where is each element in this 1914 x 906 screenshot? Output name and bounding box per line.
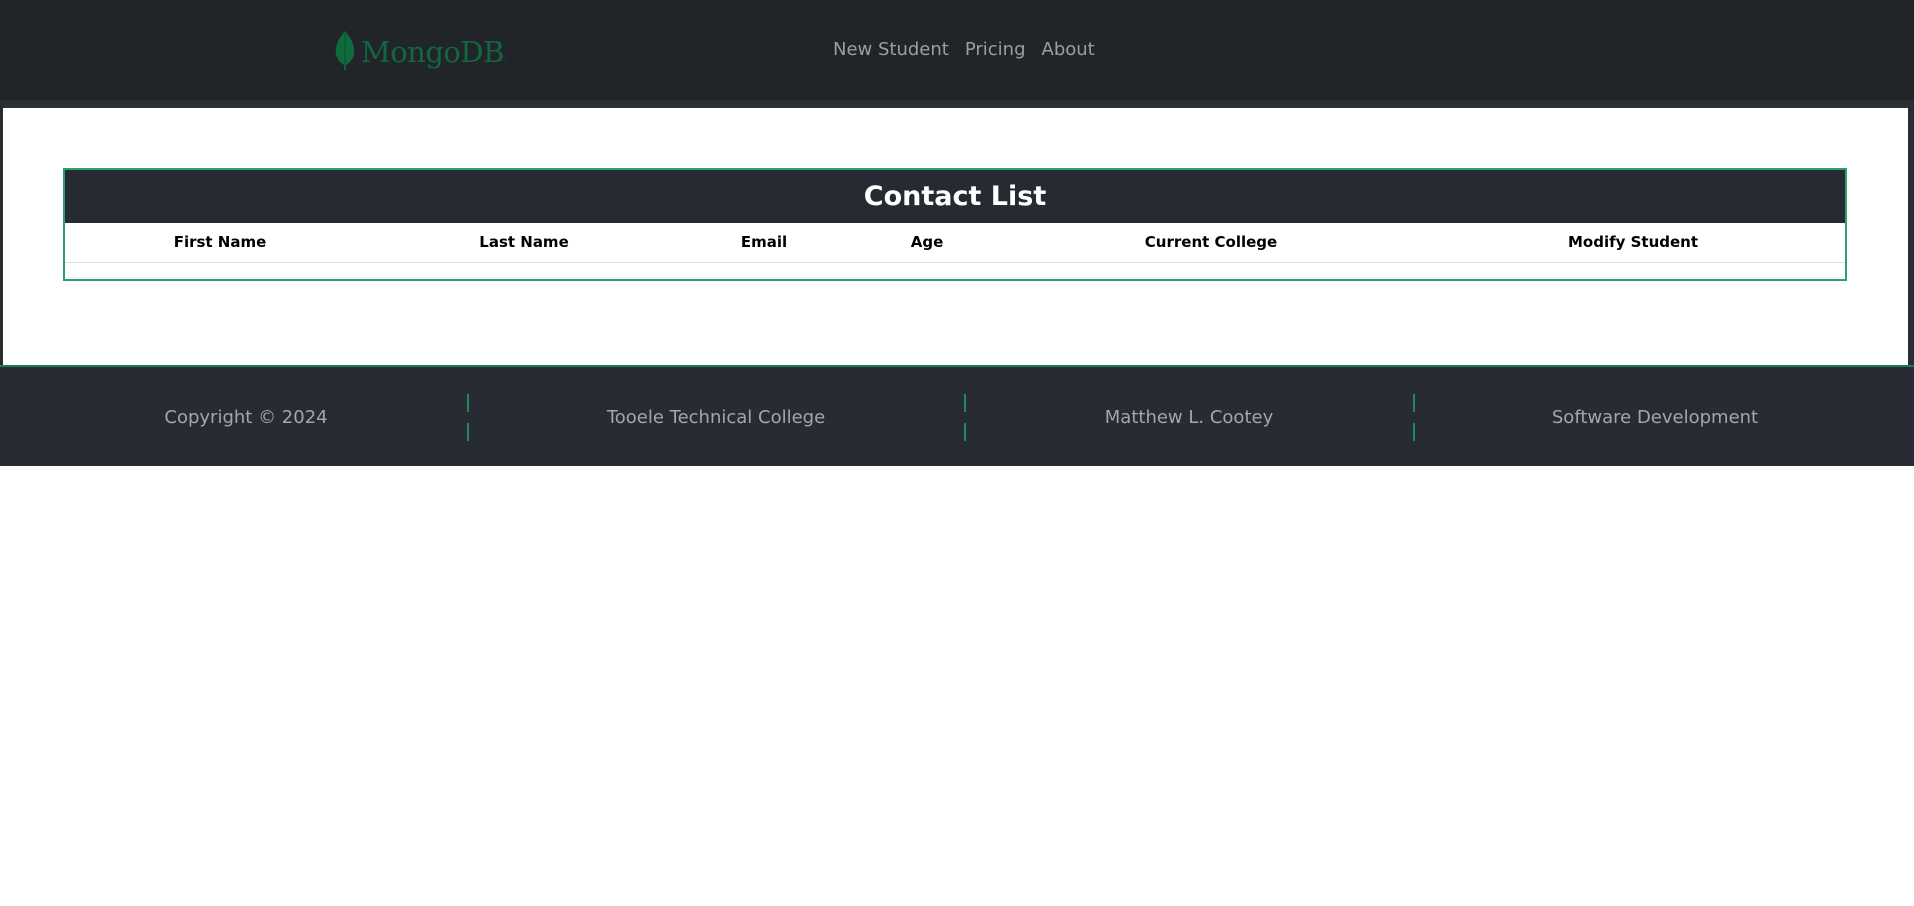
footer-divider [467, 423, 469, 441]
top-navbar: MongoDB . New Student Pricing About [0, 0, 1914, 100]
footer-college: Tooele Technical College [606, 407, 826, 428]
leaf-icon [335, 31, 355, 70]
logo-mark: . [503, 55, 507, 65]
footer-author: Matthew L. Cootey [1104, 407, 1274, 428]
site-footer: Copyright © 2024 Tooele Technical Colleg… [0, 367, 1914, 466]
nav-link-pricing[interactable]: Pricing [965, 38, 1026, 62]
contact-list-table: Contact List First Name Last Name Email … [63, 168, 1847, 281]
nav-link-about[interactable]: About [1042, 38, 1095, 62]
column-header-first-name: First Name [173, 233, 267, 251]
table-title: Contact List [65, 170, 1845, 223]
logo-text: MongoDB [361, 35, 504, 69]
table-header-row: First Name Last Name Email Age Current C… [65, 223, 1845, 263]
nav-link-new-student[interactable]: New Student [833, 38, 949, 62]
footer-divider [1413, 394, 1415, 412]
column-header-last-name: Last Name [479, 233, 569, 251]
column-header-modify-student: Modify Student [1567, 233, 1699, 251]
content-frame-right [1908, 100, 1914, 365]
main-nav: New Student Pricing About [833, 38, 1095, 62]
footer-divider [467, 394, 469, 412]
column-header-age: Age [910, 233, 944, 251]
content-frame-top [0, 100, 1914, 107]
footer-divider [964, 423, 966, 441]
column-header-email: Email [740, 233, 788, 251]
footer-program: Software Development [1551, 407, 1759, 428]
column-header-current-college: Current College [1144, 233, 1278, 251]
footer-divider [1413, 423, 1415, 441]
footer-copyright: Copyright © 2024 [164, 407, 328, 428]
footer-divider [964, 394, 966, 412]
mongodb-logo[interactable]: MongoDB . [334, 28, 507, 72]
table-body [65, 263, 1845, 278]
